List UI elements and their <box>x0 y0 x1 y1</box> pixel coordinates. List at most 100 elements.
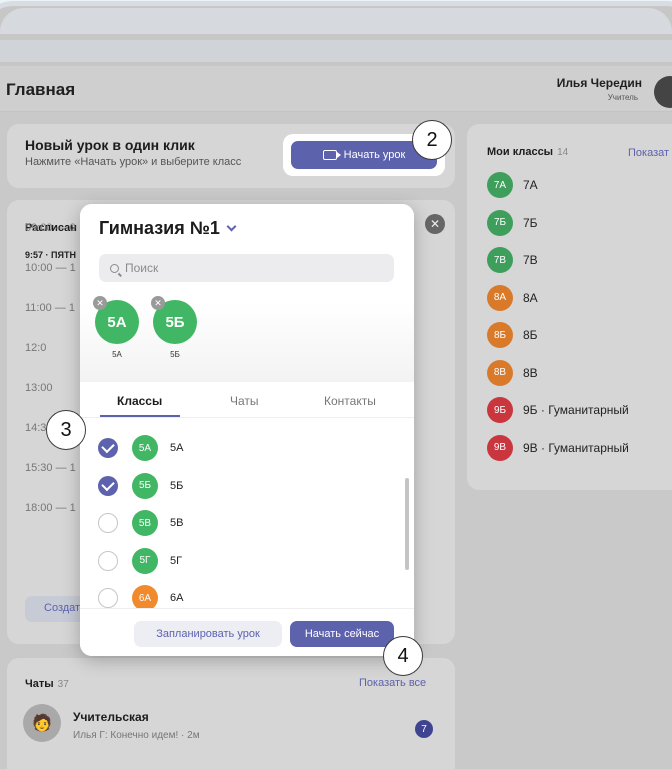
remove-chip-icon[interactable]: ✕ <box>151 296 165 310</box>
start-now-button[interactable]: Начать сейчас <box>290 621 394 647</box>
class-avatar: 9Б <box>487 397 513 423</box>
class-list-item[interactable]: 8А 8А <box>487 284 538 311</box>
selected-class-chip[interactable]: 5А ✕ 5А <box>93 296 139 359</box>
list-scrollbar[interactable] <box>405 478 409 570</box>
chats-show-all-link[interactable]: Показать все <box>359 677 426 689</box>
schedule-time: 09:00 — 0 <box>25 222 76 234</box>
start-lesson-label: Начать урок <box>343 149 406 161</box>
active-tab-indicator <box>100 415 180 417</box>
new-lesson-title: Новый урок в один клик <box>25 137 195 153</box>
chats-title: Чаты 37 <box>25 678 69 690</box>
tab-contacts[interactable]: Контакты <box>324 394 376 408</box>
step-badge-3: 3 <box>46 410 86 450</box>
tab-chats[interactable]: Чаты <box>230 394 259 408</box>
class-select-row[interactable]: 5А 5А <box>98 435 183 461</box>
chat-last-message: Илья Г: Конечно идем! · 2м <box>73 730 200 741</box>
modal-tabs: Классы Чаты Контакты <box>80 382 414 418</box>
my-classes-title: Мои классы 14 <box>487 146 569 158</box>
my-classes-card: Мои классы 14 Показат 7А 7А 7Б 7Б 7В 7В 8А 8А 8Б 8… <box>467 124 672 490</box>
org-name: Гимназия №1 <box>99 218 220 238</box>
org-selector[interactable]: Гимназия №1 <box>99 218 237 239</box>
my-classes-show-all-link[interactable]: Показат <box>628 147 669 159</box>
class-name: 8А <box>523 290 538 305</box>
class-name: 7В <box>523 253 538 267</box>
chat-avatar-icon[interactable]: 🧑 <box>23 704 61 742</box>
chats-count: 37 <box>57 679 69 690</box>
class-name: 5Г <box>170 554 183 567</box>
modal-header: Гимназия №1 Поиск 5А ✕ 5А 5Б ✕ 5Б <box>80 204 414 382</box>
selected-class-chip[interactable]: 5Б ✕ 5Б <box>151 296 197 359</box>
class-name: 5А <box>170 442 184 454</box>
close-icon[interactable]: ✕ <box>425 214 445 234</box>
class-avatar: 7А <box>487 172 513 198</box>
class-name: 9В · Гуманитарный <box>523 440 629 455</box>
step-badge-4: 4 <box>383 636 423 676</box>
checkbox-empty-icon[interactable] <box>98 588 118 608</box>
schedule-lesson-button[interactable]: Запланировать урок <box>134 621 282 647</box>
checkbox-empty-icon[interactable] <box>98 513 118 533</box>
search-placeholder: Поиск <box>125 261 159 275</box>
class-avatar: 7В <box>487 247 513 273</box>
tab-classes[interactable]: Классы <box>117 394 162 408</box>
page-title: Главная <box>6 80 76 99</box>
class-avatar: 7Б <box>487 209 513 236</box>
class-name: 7А <box>523 178 538 192</box>
class-name: 6А <box>170 592 184 604</box>
browser-address-strip <box>0 40 672 62</box>
my-classes-count: 14 <box>557 147 569 158</box>
schedule-time: 11:00 — 1 <box>25 302 75 314</box>
class-name: 9Б · Гуманитарный <box>523 403 629 417</box>
user-name[interactable]: Илья Чередин <box>557 76 642 90</box>
chevron-down-icon <box>226 221 237 232</box>
class-avatar: 8В <box>487 359 513 386</box>
start-lesson-modal: Гимназия №1 Поиск 5А ✕ 5А 5Б ✕ 5Б Классы Чаты… <box>80 204 414 656</box>
chats-card: Чаты 37 Показать все 🧑 Учительская Илья Г… <box>7 658 455 769</box>
class-name: 8В <box>523 365 538 380</box>
search-icon <box>110 263 119 273</box>
class-avatar: 5Г <box>132 547 158 574</box>
class-list-item[interactable]: 9В 9В · Гуманитарный <box>487 434 629 461</box>
class-list-item[interactable]: 8В 8В <box>487 359 538 386</box>
class-select-row[interactable]: 5Г 5Г <box>98 547 183 574</box>
chip-label: 5Б <box>170 350 180 359</box>
class-avatar: 8Б <box>487 322 513 348</box>
class-name: 5Б <box>170 479 184 492</box>
step-badge-2: 2 <box>412 120 452 160</box>
class-avatar: 5В <box>132 510 158 536</box>
chip-label: 5А <box>112 350 122 359</box>
schedule-time: 13:00 <box>25 382 53 394</box>
class-avatar: 8А <box>487 284 513 311</box>
class-name: 7Б <box>523 215 538 230</box>
schedule-time: 18:00 — 1 <box>25 502 76 514</box>
class-list-item[interactable]: 8Б 8Б <box>487 322 538 348</box>
class-avatar: 9В <box>487 434 513 461</box>
schedule-time: 10:00 — 1 <box>25 262 76 274</box>
new-lesson-subtitle: Нажмите «Начать урок» и выберите класс <box>25 156 242 168</box>
chat-name[interactable]: Учительская <box>73 710 149 724</box>
checkbox-checked-icon[interactable] <box>98 475 118 496</box>
class-list-item[interactable]: 7А 7А <box>487 172 538 198</box>
class-list-item[interactable]: 9Б 9Б · Гуманитарный <box>487 397 629 423</box>
user-role: Учитель <box>607 93 638 102</box>
schedule-time: 12:0 <box>25 342 47 354</box>
class-list-item[interactable]: 7Б 7Б <box>487 209 538 236</box>
search-input[interactable]: Поиск <box>99 254 394 282</box>
modal-footer: Запланировать урок Начать сейчас <box>80 608 414 656</box>
schedule-time: 15:30 — 1 <box>25 462 76 474</box>
user-avatar[interactable] <box>654 76 672 108</box>
app-header: Главная Илья Чередин Учитель <box>0 66 672 112</box>
checkbox-checked-icon[interactable] <box>98 438 118 458</box>
schedule-date: 9:57 · ПЯТН <box>25 250 76 260</box>
class-avatar: 5Б <box>132 472 158 499</box>
video-camera-icon <box>322 150 341 160</box>
class-name: 8Б <box>523 328 538 342</box>
class-name: 5В <box>170 517 184 529</box>
class-select-row[interactable]: 5В 5В <box>98 510 183 536</box>
class-avatar: 5А <box>132 435 158 461</box>
remove-chip-icon[interactable]: ✕ <box>93 296 107 310</box>
class-list-item[interactable]: 7В 7В <box>487 247 538 273</box>
checkbox-empty-icon[interactable] <box>98 550 118 571</box>
chat-unread-badge: 7 <box>415 720 433 738</box>
browser-tab-strip <box>0 8 672 34</box>
class-select-row[interactable]: 5Б 5Б <box>98 472 184 499</box>
